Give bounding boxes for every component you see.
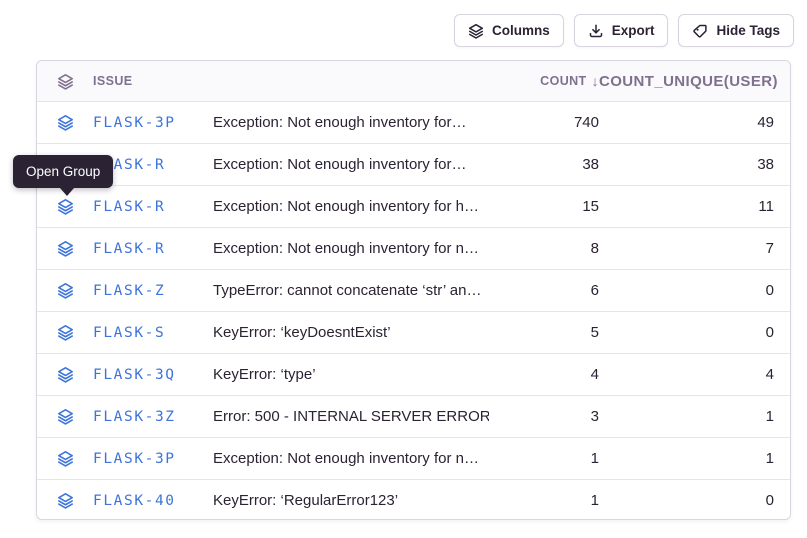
hide-tags-button-label: Hide Tags [716, 23, 780, 38]
issue-title: Exception: Not enough inventory for… [213, 114, 489, 131]
issue-link[interactable]: FLASK-R [93, 199, 213, 215]
results-table: ISSUE COUNT ↓ COUNT_UNIQUE(USER) FLASK-3… [36, 60, 791, 520]
stack-icon [57, 492, 74, 509]
columns-button-label: Columns [492, 23, 550, 38]
count-unique-value: 0 [599, 492, 774, 509]
issue-title: KeyError: ‘RegularError123’ [213, 492, 489, 509]
column-header-count-unique[interactable]: COUNT_UNIQUE(USER) [599, 73, 774, 90]
issue-link[interactable]: FLASK-S [93, 325, 213, 341]
count-value: 1 [489, 450, 599, 467]
table-row: FLASK-R Exception: Not enough inventory … [37, 185, 790, 227]
export-button-label: Export [612, 23, 655, 38]
table-row: FLASK-3Q KeyError: ‘type’ 4 4 [37, 353, 790, 395]
count-unique-value: 4 [599, 366, 774, 383]
issue-link[interactable]: FLASK-R [93, 241, 213, 257]
table-row: FLASK-Z TypeError: cannot concatenate ‘s… [37, 269, 790, 311]
issue-link[interactable]: FLASK-3P [93, 115, 213, 131]
count-value: 8 [489, 240, 599, 257]
open-group-icon[interactable] [57, 114, 93, 131]
count-value: 38 [489, 156, 599, 173]
open-group-icon[interactable] [57, 450, 93, 467]
stack-icon [57, 114, 74, 131]
count-value: 740 [489, 114, 599, 131]
issue-title: Exception: Not enough inventory for n… [213, 240, 489, 257]
table-row: FLASK-40 KeyError: ‘RegularError123’ 1 0 [37, 479, 790, 520]
table-row: FLASK-3Z Error: 500 - INTERNAL SERVER ER… [37, 395, 790, 437]
issue-title: KeyError: ‘type’ [213, 366, 489, 383]
issue-title: Exception: Not enough inventory for h… [213, 198, 489, 215]
issue-title: TypeError: cannot concatenate ‘str’ an… [213, 282, 489, 299]
open-group-icon[interactable] [57, 240, 93, 257]
tooltip-label: Open Group [26, 164, 100, 179]
table-row: FLASK-3P Exception: Not enough inventory… [37, 101, 790, 143]
table-row: FLASK-3P Exception: Not enough inventory… [37, 437, 790, 479]
count-unique-value: 7 [599, 240, 774, 257]
stack-icon [468, 23, 484, 39]
tag-icon [692, 23, 708, 39]
table-row: FLASK-S KeyError: ‘keyDoesntExist’ 5 0 [37, 311, 790, 353]
open-group-icon[interactable] [57, 366, 93, 383]
sort-desc-icon: ↓ [592, 73, 599, 89]
table-row: FLASK-R Exception: Not enough inventory … [37, 143, 790, 185]
open-group-icon[interactable] [57, 198, 93, 215]
count-unique-value: 49 [599, 114, 774, 131]
open-group-icon[interactable] [57, 282, 93, 299]
header-stack-icon [57, 73, 93, 90]
issue-title: KeyError: ‘keyDoesntExist’ [213, 324, 489, 341]
issue-link[interactable]: FLASK-Z [93, 283, 213, 299]
count-unique-value: 1 [599, 408, 774, 425]
stack-icon [57, 282, 74, 299]
count-unique-value: 11 [599, 198, 774, 215]
count-header-label: COUNT [540, 74, 586, 88]
discover-results-page: Columns Export Hide Tags ISSUE COUNT ↓ C… [0, 0, 807, 538]
columns-button[interactable]: Columns [454, 14, 564, 47]
download-icon [588, 23, 604, 39]
issue-title: Exception: Not enough inventory for… [213, 156, 489, 173]
open-group-icon[interactable] [57, 492, 93, 509]
issue-link[interactable]: FLASK-3Z [93, 409, 213, 425]
column-header-issue[interactable]: ISSUE [93, 74, 213, 88]
issue-title: Error: 500 - INTERNAL SERVER ERROR [213, 408, 489, 425]
stack-icon [57, 408, 74, 425]
issue-link[interactable]: FLASK-3P [93, 451, 213, 467]
tooltip-arrow [60, 188, 74, 196]
count-value: 3 [489, 408, 599, 425]
export-button[interactable]: Export [574, 14, 669, 47]
count-unique-value: 0 [599, 282, 774, 299]
count-value: 15 [489, 198, 599, 215]
count-value: 5 [489, 324, 599, 341]
count-unique-value: 38 [599, 156, 774, 173]
column-header-count[interactable]: COUNT ↓ [489, 73, 599, 89]
table-header-row: ISSUE COUNT ↓ COUNT_UNIQUE(USER) [37, 61, 790, 101]
open-group-tooltip: Open Group [13, 155, 113, 188]
issue-title: Exception: Not enough inventory for n… [213, 450, 489, 467]
table-row: FLASK-R Exception: Not enough inventory … [37, 227, 790, 269]
stack-icon [57, 324, 74, 341]
count-unique-value: 1 [599, 450, 774, 467]
open-group-icon[interactable] [57, 408, 93, 425]
issue-link[interactable]: FLASK-3Q [93, 367, 213, 383]
count-value: 1 [489, 492, 599, 509]
table-toolbar: Columns Export Hide Tags [454, 14, 794, 47]
stack-icon [57, 366, 74, 383]
open-group-icon[interactable] [57, 324, 93, 341]
stack-icon [57, 450, 74, 467]
stack-icon [57, 198, 74, 215]
count-value: 4 [489, 366, 599, 383]
count-value: 6 [489, 282, 599, 299]
issue-link[interactable]: FLASK-40 [93, 493, 213, 509]
stack-icon [57, 240, 74, 257]
count-unique-value: 0 [599, 324, 774, 341]
stack-icon [57, 73, 74, 90]
hide-tags-button[interactable]: Hide Tags [678, 14, 794, 47]
